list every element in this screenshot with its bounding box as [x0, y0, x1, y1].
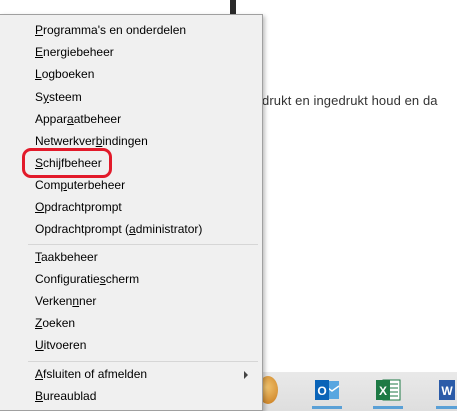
menu-item-programmas-en-onderdelen[interactable]: Programma's en onderdelen: [35, 21, 186, 39]
menu-item-logboeken[interactable]: Logboeken: [35, 65, 94, 83]
menu-item-apparaatbeheer[interactable]: Apparaatbeheer: [35, 110, 121, 128]
excel-icon[interactable]: X: [374, 376, 402, 404]
menu-item-energiebeheer[interactable]: Energiebeheer: [35, 43, 114, 61]
menu-item-opdrachtprompt[interactable]: Opdrachtprompt: [35, 198, 122, 216]
desktop: drukt en ingedrukt houd en da O X W Prog…: [0, 0, 457, 411]
word-icon[interactable]: W: [437, 376, 457, 404]
menu-item-uitvoeren[interactable]: Uitvoeren: [35, 336, 86, 354]
submenu-arrow-icon: [244, 371, 248, 379]
highlight-annotation: [22, 148, 112, 178]
word-letter: W: [441, 384, 453, 398]
outlook-icon[interactable]: O: [313, 376, 341, 404]
menu-item-opdrachtprompt-admin[interactable]: Opdrachtprompt (administrator): [35, 220, 202, 238]
menu-item-systeem[interactable]: Systeem: [35, 88, 82, 106]
word-active-indicator: [436, 406, 457, 409]
menu-item-afsluiten-of-afmelden[interactable]: Afsluiten of afmelden: [35, 365, 147, 383]
menu-item-verkenner[interactable]: Verkennner: [35, 292, 96, 310]
menu-item-computerbeheer[interactable]: Computerbeheer: [35, 176, 125, 194]
excel-letter: X: [379, 384, 387, 398]
outlook-letter: O: [317, 384, 326, 398]
excel-active-indicator: [373, 406, 403, 409]
background-document-text: drukt en ingedrukt houd en da: [262, 93, 438, 108]
menu-item-zoeken[interactable]: Zoeken: [35, 314, 75, 332]
menu-separator: [28, 244, 258, 245]
menu-item-taakbeheer[interactable]: Taakbeheer: [35, 248, 98, 266]
menu-item-bureaublad[interactable]: Bureaublad: [35, 387, 96, 405]
winx-context-menu: Programma's en onderdelen Energiebeheer …: [0, 14, 263, 411]
menu-item-configuratiescherm[interactable]: Configuratiescherm: [35, 270, 139, 288]
menu-separator: [28, 361, 258, 362]
outlook-active-indicator: [312, 406, 342, 409]
